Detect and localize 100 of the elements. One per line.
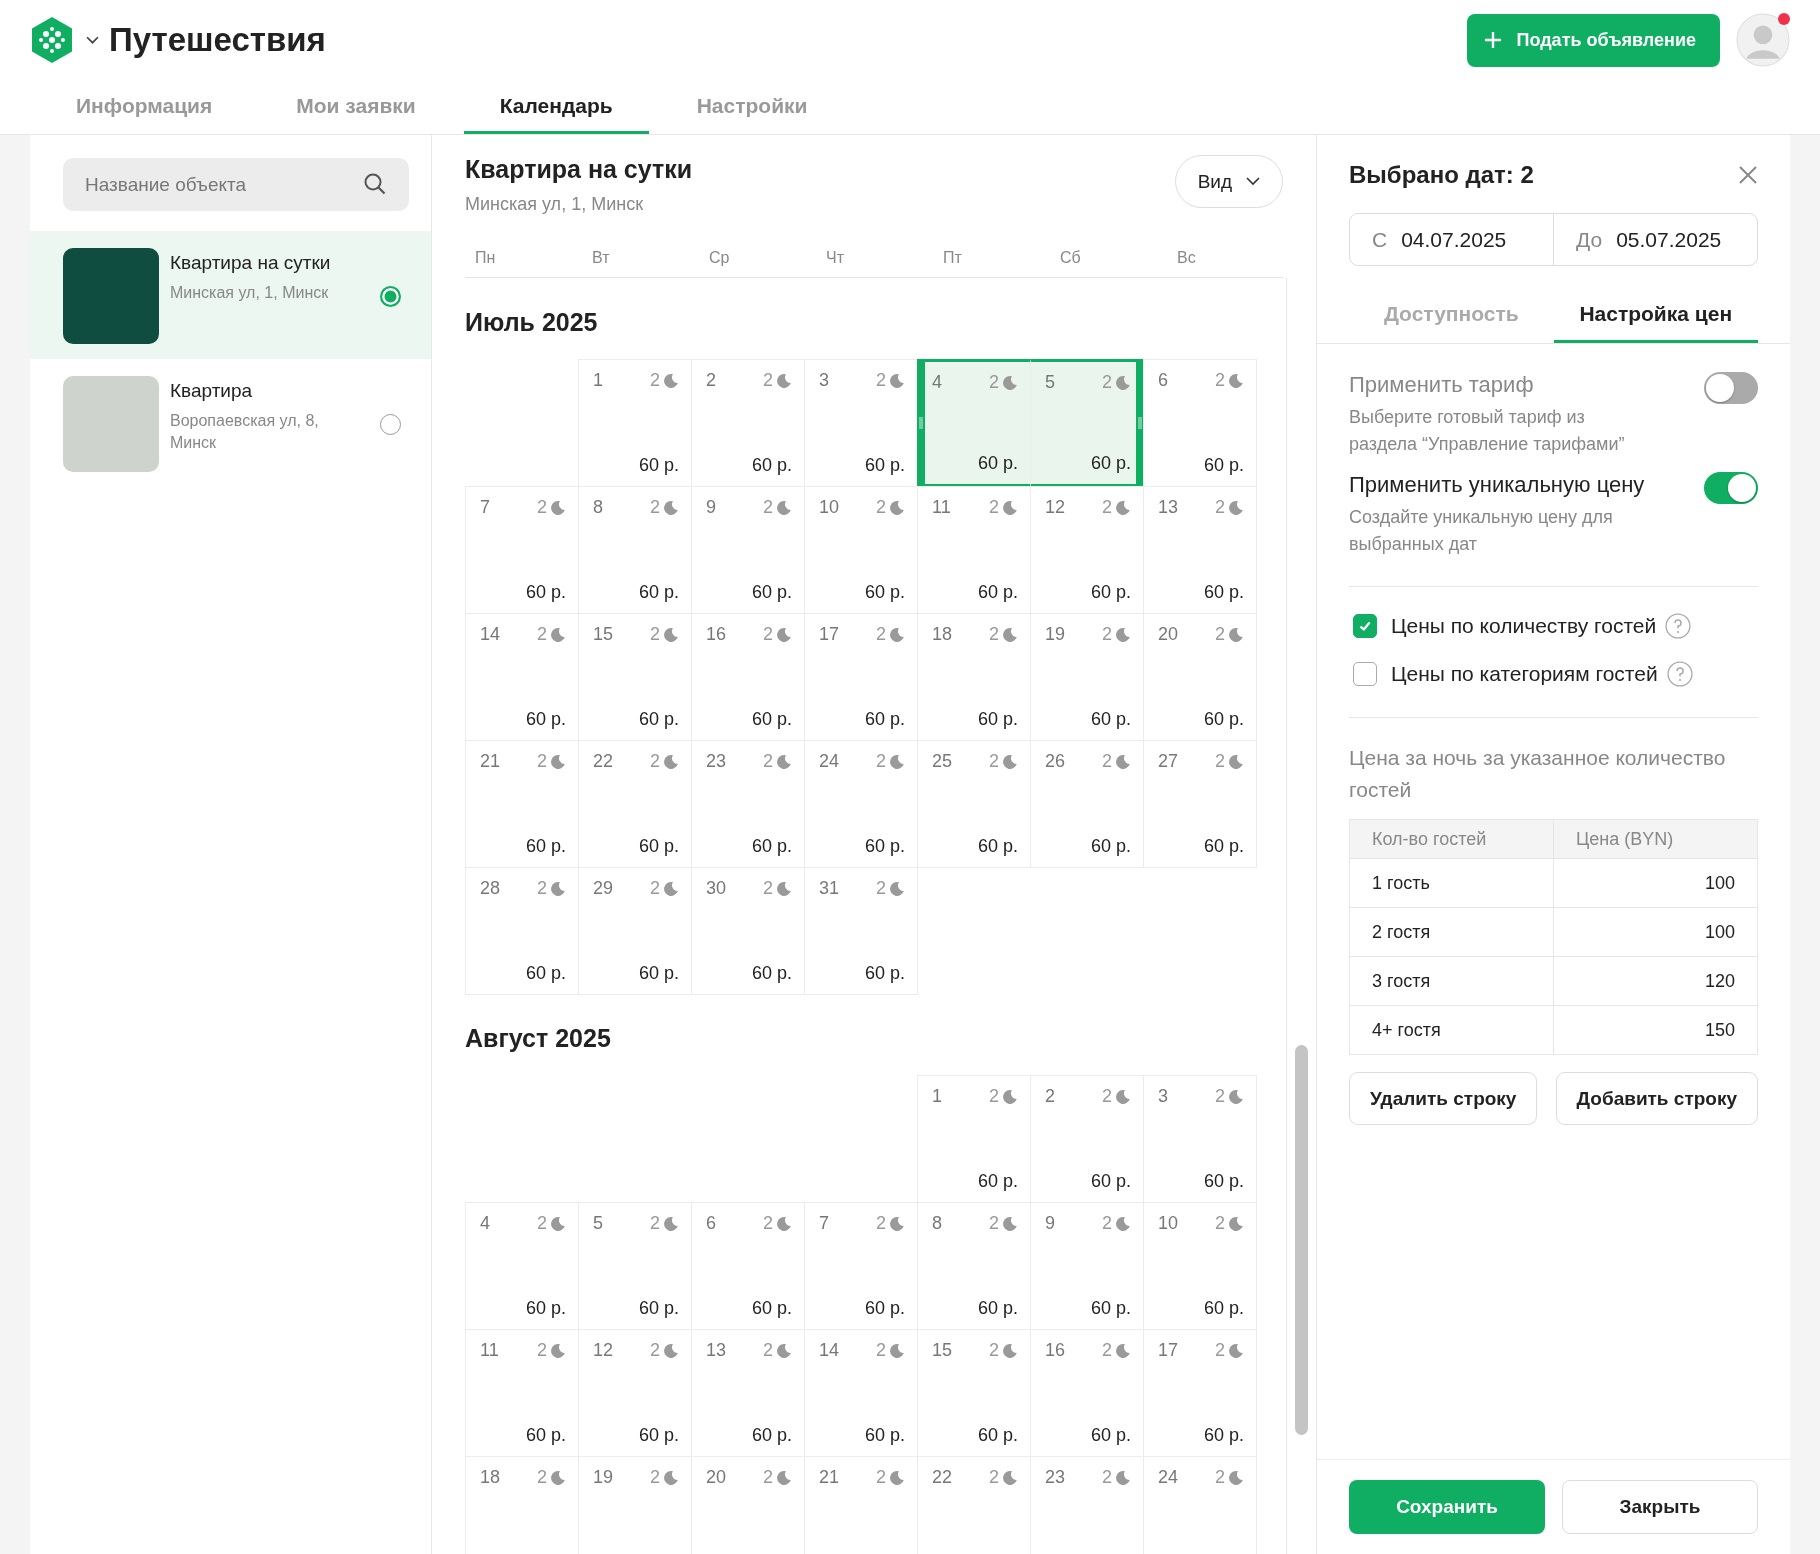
panel-tab[interactable]: Настройка цен (1553, 288, 1758, 343)
moon-icon (1115, 1088, 1131, 1105)
moon-icon (550, 626, 566, 643)
nights-count: 2 (537, 878, 547, 899)
calendar-day-cell[interactable]: 7 2 60 р. (465, 486, 579, 614)
day-number: 20 (1158, 624, 1180, 645)
hexagon-logo-icon[interactable] (30, 16, 74, 64)
avatar[interactable] (1736, 13, 1790, 67)
moon-icon (1002, 753, 1018, 770)
radio-button[interactable] (380, 414, 401, 435)
price: 60 р. (1090, 709, 1131, 730)
moon-icon (889, 753, 905, 770)
day-number: 29 (593, 878, 615, 899)
table-cell-text: 100 (1703, 871, 1736, 895)
month-title: Август 2025 (465, 1024, 612, 1053)
moon-icon (550, 880, 566, 897)
day-number: 1 (932, 1086, 943, 1107)
caret-icon[interactable] (86, 35, 99, 45)
help-icon[interactable] (1665, 613, 1692, 639)
price: 60 р. (751, 1425, 792, 1446)
toggle-switch[interactable] (1704, 472, 1758, 504)
price: 60 р. (864, 709, 905, 730)
moon-icon (1002, 1342, 1018, 1359)
moon-icon (889, 1342, 905, 1359)
calendar-day-cell[interactable]: 6 2 60 р. (1143, 359, 1257, 487)
close-button[interactable]: Закрыть (1562, 1480, 1758, 1534)
help-icon[interactable] (1666, 661, 1693, 687)
listing-item[interactable]: Квартира на сутки Минская ул, 1, Минск (30, 231, 431, 359)
moon-icon (663, 753, 679, 770)
listing-title: Квартира на сутки (170, 252, 332, 274)
day-number: 17 (819, 624, 841, 645)
price: 60 р. (864, 963, 905, 984)
day-number: 24 (819, 751, 841, 772)
calendar-day-cell[interactable]: 3 2 60 р. (1143, 1075, 1257, 1203)
day-number: 11 (480, 1340, 500, 1361)
price: 60 р. (525, 709, 566, 730)
nights-count: 2 (763, 878, 773, 899)
price: 60 р. (751, 1298, 792, 1319)
column-header: Кол-во гостей (1350, 820, 1554, 858)
moon-icon (1228, 1215, 1244, 1232)
date-range-field[interactable]: С 04.07.2025 До 05.07.2025 (1349, 213, 1758, 266)
nights-count: 2 (650, 1340, 660, 1361)
moon-icon (1228, 753, 1244, 770)
price: 60 р. (864, 1298, 905, 1319)
moon-icon (889, 499, 905, 516)
scrollbar-thumb[interactable] (1295, 1045, 1308, 1435)
nights-count: 2 (876, 1467, 886, 1488)
toggle-label: Применить уникальную цену (1349, 472, 1646, 498)
search-field[interactable]: Название объекта (63, 158, 409, 211)
weekday-label: Пн (475, 249, 497, 267)
moon-icon (1228, 1469, 1244, 1486)
radio-button[interactable] (380, 286, 401, 307)
day-number: 22 (593, 751, 615, 772)
checkbox[interactable] (1353, 614, 1377, 638)
price: 60 р. (1203, 582, 1244, 603)
price: 60 р. (525, 1298, 566, 1319)
calendar-day-cell[interactable]: 28 2 60 р. (465, 867, 579, 995)
price: 60 р. (1090, 1171, 1131, 1192)
day-number: 2 (706, 370, 717, 391)
calendar-day-cell[interactable]: 27 2 60 р. (1143, 740, 1257, 868)
nights-count: 2 (1102, 1086, 1112, 1107)
moon-icon (1228, 1088, 1244, 1105)
table-cell-text: 120 (1703, 969, 1736, 993)
table-caption: Цена за ночь за указанное количество гостей (1349, 745, 1727, 803)
price: 60 р. (638, 1425, 679, 1446)
toggle-switch[interactable] (1704, 372, 1758, 404)
table-row-button[interactable]: Удалить строку (1349, 1072, 1538, 1125)
search-icon[interactable] (363, 172, 387, 196)
day-number: 9 (1045, 1213, 1056, 1234)
moon-icon (663, 1215, 679, 1232)
checkbox[interactable] (1353, 662, 1377, 686)
view-dropdown[interactable]: Вид (1174, 155, 1283, 208)
calendar-day-cell[interactable]: 1 2 60 р. (917, 1075, 1031, 1203)
weekday-label: Сб (1060, 249, 1082, 267)
moon-icon (889, 880, 905, 897)
app-title: Путешествия (109, 21, 326, 59)
calendar-day-cell[interactable]: 4 2 60 р. (917, 359, 1031, 487)
moon-icon (1115, 374, 1131, 391)
price: 60 р. (638, 709, 679, 730)
table-row-button[interactable]: Добавить строку (1555, 1072, 1758, 1125)
calendar-day-cell[interactable]: 1 2 60 р. (578, 359, 692, 487)
calendar-day-cell[interactable]: 4 2 60 р. (465, 1202, 579, 1330)
moon-icon (550, 753, 566, 770)
price: 60 р. (638, 1298, 679, 1319)
moon-icon (889, 626, 905, 643)
calendar-day-cell[interactable]: 5 2 60 р. (1030, 359, 1144, 487)
toggle-label: Применить тариф (1349, 372, 1535, 398)
nights-count: 2 (537, 1467, 547, 1488)
close-icon[interactable] (1738, 165, 1758, 185)
resize-handle[interactable] (919, 417, 923, 429)
nights-count: 2 (876, 878, 886, 899)
moon-icon (776, 1342, 792, 1359)
nights-count: 2 (650, 1467, 660, 1488)
day-number: 23 (1045, 1467, 1067, 1488)
listing-item[interactable]: Квартира Воропаевская ул, 8, Минск (30, 359, 431, 487)
resize-handle[interactable] (1138, 417, 1142, 429)
moon-icon (776, 1215, 792, 1232)
day-number: 4 (932, 372, 943, 393)
calendar-day-cell[interactable]: 31 2 60 р. (804, 867, 918, 995)
day-number: 25 (932, 751, 954, 772)
